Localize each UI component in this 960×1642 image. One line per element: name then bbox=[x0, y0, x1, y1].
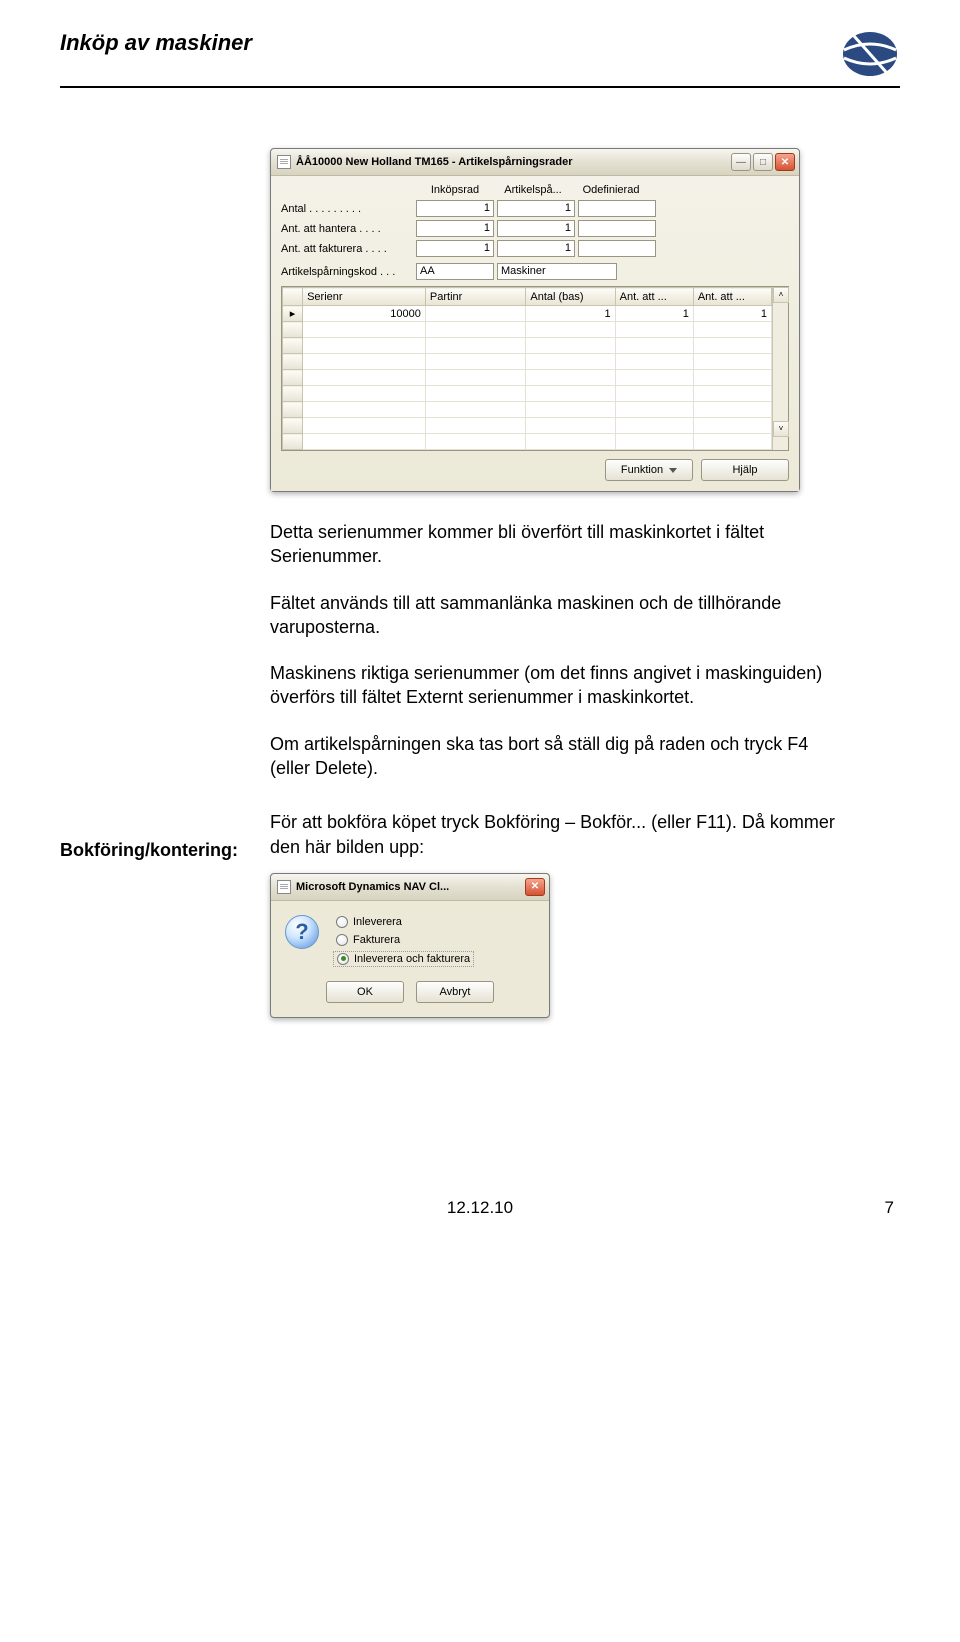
field-antal-1[interactable]: 1 bbox=[416, 200, 494, 217]
paragraph-2: Fältet används till att sammanlänka mask… bbox=[270, 591, 850, 640]
paragraph-1: Detta serienummer kommer bli överfört ti… bbox=[270, 520, 850, 569]
funktion-button[interactable]: Funktion bbox=[605, 459, 693, 481]
radio-label: Fakturera bbox=[353, 934, 400, 946]
cell-att2[interactable]: 1 bbox=[693, 306, 771, 322]
company-logo bbox=[840, 30, 900, 78]
post-dialog: Microsoft Dynamics NAV Cl... ✕ ? Inlever… bbox=[270, 873, 550, 1018]
section-bokforing-label: Bokföring/kontering: bbox=[60, 840, 270, 861]
window-title: ÅÅ10000 New Holland TM165 - Artikelspårn… bbox=[296, 156, 573, 168]
cell-serienr[interactable]: 10000 bbox=[303, 306, 426, 322]
document-icon bbox=[277, 155, 291, 169]
table-row[interactable] bbox=[283, 402, 772, 418]
cancel-button[interactable]: Avbryt bbox=[416, 981, 494, 1003]
table-row[interactable]: ▸ 10000 1 1 1 bbox=[283, 306, 772, 322]
window-titlebar[interactable]: ÅÅ10000 New Holland TM165 - Artikelspårn… bbox=[271, 149, 799, 176]
grid-col-antal[interactable]: Antal (bas) bbox=[526, 288, 615, 306]
table-row[interactable] bbox=[283, 386, 772, 402]
question-icon: ? bbox=[285, 915, 319, 949]
radio-fakturera[interactable]: Fakturera bbox=[333, 933, 474, 947]
field-sparningskod-2[interactable]: Maskiner bbox=[497, 263, 617, 280]
tracking-grid[interactable]: Serienr Partinr Antal (bas) Ant. att ...… bbox=[281, 286, 789, 451]
field-hantera-2[interactable]: 1 bbox=[497, 220, 575, 237]
paragraph-3: Maskinens riktiga serienummer (om det fi… bbox=[270, 661, 850, 710]
document-icon bbox=[277, 880, 291, 894]
grid-col-partinr[interactable]: Partinr bbox=[425, 288, 525, 306]
radio-icon bbox=[336, 934, 348, 946]
col-header-inkopsrad: Inköpsrad bbox=[416, 184, 494, 196]
field-antal-2[interactable]: 1 bbox=[497, 200, 575, 217]
scroll-up-icon[interactable]: ˄ bbox=[773, 287, 789, 303]
radio-label: Inleverera bbox=[353, 916, 402, 928]
label-hantera: Ant. att hantera . . . . bbox=[281, 223, 416, 235]
table-row[interactable] bbox=[283, 338, 772, 354]
cell-partinr[interactable] bbox=[425, 306, 525, 322]
field-antal-3[interactable] bbox=[578, 200, 656, 217]
radio-inleverera[interactable]: Inleverera bbox=[333, 915, 474, 929]
grid-col-att2[interactable]: Ant. att ... bbox=[693, 288, 771, 306]
field-sparningskod-1[interactable]: AA bbox=[416, 263, 494, 280]
tracking-lines-window: ÅÅ10000 New Holland TM165 - Artikelspårn… bbox=[270, 148, 800, 492]
grid-scrollbar[interactable]: ˄ ˅ bbox=[772, 287, 788, 450]
dialog-close-button[interactable]: ✕ bbox=[525, 878, 545, 896]
close-button[interactable]: ✕ bbox=[775, 153, 795, 171]
field-hantera-3[interactable] bbox=[578, 220, 656, 237]
footer-date: 12.12.10 bbox=[447, 1198, 513, 1218]
table-row[interactable] bbox=[283, 418, 772, 434]
grid-col-att1[interactable]: Ant. att ... bbox=[615, 288, 693, 306]
scroll-down-icon[interactable]: ˅ bbox=[773, 421, 789, 437]
table-row[interactable] bbox=[283, 354, 772, 370]
minimize-button[interactable]: — bbox=[731, 153, 751, 171]
radio-label: Inleverera och fakturera bbox=[354, 953, 470, 965]
field-hantera-1[interactable]: 1 bbox=[416, 220, 494, 237]
row-marker: ▸ bbox=[283, 306, 303, 322]
col-header-odefinierad: Odefinierad bbox=[572, 184, 650, 196]
paragraph-4: Om artikelspårningen ska tas bort så stä… bbox=[270, 732, 850, 781]
field-fakturera-1[interactable]: 1 bbox=[416, 240, 494, 257]
grid-col-serienr[interactable]: Serienr bbox=[303, 288, 426, 306]
radio-icon bbox=[337, 953, 349, 965]
dialog-titlebar[interactable]: Microsoft Dynamics NAV Cl... ✕ bbox=[271, 874, 549, 901]
hjalp-button[interactable]: Hjälp bbox=[701, 459, 789, 481]
maximize-button[interactable]: □ bbox=[753, 153, 773, 171]
ok-button[interactable]: OK bbox=[326, 981, 404, 1003]
table-row[interactable] bbox=[283, 370, 772, 386]
cell-antal[interactable]: 1 bbox=[526, 306, 615, 322]
page-title: Inköp av maskiner bbox=[60, 30, 252, 56]
chevron-down-icon bbox=[669, 468, 677, 473]
footer-page-number: 7 bbox=[885, 1198, 894, 1218]
grid-rowselect-header[interactable] bbox=[283, 288, 303, 306]
table-row[interactable] bbox=[283, 434, 772, 450]
label-fakturera: Ant. att fakturera . . . . bbox=[281, 243, 416, 255]
paragraph-bokforing: För att bokföra köpet tryck Bokföring – … bbox=[270, 810, 850, 859]
dialog-title: Microsoft Dynamics NAV Cl... bbox=[296, 881, 449, 893]
radio-icon bbox=[336, 916, 348, 928]
cell-att1[interactable]: 1 bbox=[615, 306, 693, 322]
col-header-artikelspa: Artikelspå... bbox=[494, 184, 572, 196]
field-fakturera-2[interactable]: 1 bbox=[497, 240, 575, 257]
field-fakturera-3[interactable] bbox=[578, 240, 656, 257]
radio-inleverera-och-fakturera[interactable]: Inleverera och fakturera bbox=[333, 951, 474, 967]
table-row[interactable] bbox=[283, 322, 772, 338]
label-antal: Antal . . . . . . . . . bbox=[281, 203, 416, 215]
label-sparningskod: Artikelspårningskod . . . bbox=[281, 266, 416, 278]
